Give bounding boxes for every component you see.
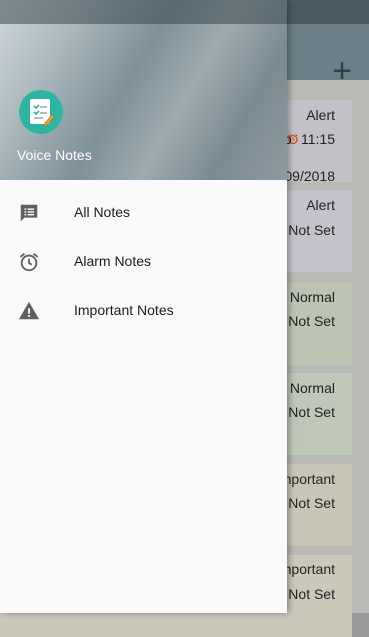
navigation-drawer: Voice Notes All Notes Alarm Notes Import… (0, 0, 287, 613)
app-name: Voice Notes (17, 147, 92, 163)
status-bar (0, 0, 287, 24)
drawer-item-alarm-notes[interactable]: Alarm Notes (0, 238, 287, 287)
drawer-item-label: All Notes (74, 204, 131, 220)
drawer-header: Voice Notes (0, 0, 287, 180)
drawer-item-label: Important Notes (74, 302, 174, 318)
drawer-item-important-notes[interactable]: Important Notes (0, 287, 287, 336)
warning-icon (18, 301, 40, 320)
app-logo-icon (19, 90, 63, 134)
alarm-clock-icon (19, 253, 39, 272)
drawer-item-label: Alarm Notes (74, 253, 152, 269)
drawer-item-all-notes[interactable]: All Notes (0, 189, 287, 238)
notes-icon (20, 204, 38, 222)
notepad-icon (30, 99, 55, 127)
